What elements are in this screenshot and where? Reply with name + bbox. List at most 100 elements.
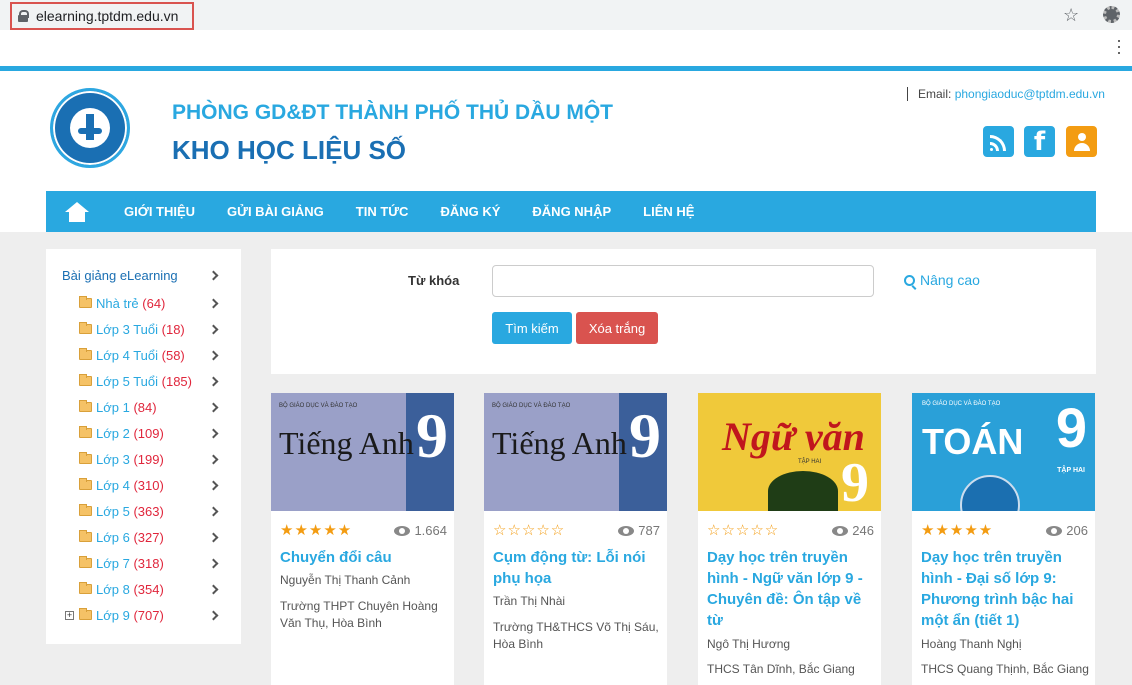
user-icon[interactable] (1066, 126, 1097, 157)
lesson-author: Trần Thị Nhài (493, 594, 566, 608)
nav-tin-tuc[interactable]: TIN TỨC (340, 191, 425, 232)
lock-icon (18, 10, 29, 22)
sidebar-item-lop-4[interactable]: Lớp 4 (310) (46, 472, 241, 498)
expand-plus-icon[interactable]: + (65, 610, 74, 620)
keyword-label: Từ khóa (408, 273, 460, 288)
view-count-value: 246 (852, 523, 874, 538)
chevron-right-icon[interactable] (208, 610, 219, 620)
nav-dang-nhap[interactable]: ĐĂNG NHẬP (516, 191, 627, 232)
lesson-title[interactable]: Dạy học trên truyền hình - Ngữ văn lớp 9… (707, 547, 875, 631)
chevron-right-icon[interactable] (208, 558, 219, 568)
sidebar-item-label[interactable]: Lớp 4 Tuổi (96, 348, 158, 363)
chevron-right-icon[interactable] (208, 402, 219, 412)
sidebar-item-lop-8[interactable]: Lớp 8 (354) (46, 576, 241, 602)
url-highlight[interactable]: elearning.tptdm.edu.vn (10, 2, 194, 30)
lesson-title[interactable]: Dạy học trên truyền hình - Đại số lớp 9:… (921, 547, 1089, 631)
sidebar-item-lop-1[interactable]: Lớp 1 (84) (46, 394, 241, 420)
chevron-right-icon[interactable] (208, 480, 219, 490)
header-stripe (0, 66, 1132, 71)
advanced-search-link[interactable]: Nâng cao (904, 272, 980, 288)
sidebar-item-lop-7[interactable]: Lớp 7 (318) (46, 550, 241, 576)
sidebar-item-label[interactable]: Lớp 1 (96, 400, 130, 415)
sidebar-item-label[interactable]: Lớp 5 (96, 504, 130, 519)
lesson-card[interactable]: Ngữ văn TẬP HAI 9 ☆☆☆☆☆ 246 Dạy học trên… (698, 393, 881, 685)
chevron-right-icon[interactable] (208, 532, 219, 542)
sidebar-item-lop-3[interactable]: Lớp 3 (199) (46, 446, 241, 472)
url-text[interactable]: elearning.tptdm.edu.vn (36, 8, 178, 24)
nav-dang-ky[interactable]: ĐĂNG KÝ (424, 191, 516, 232)
chevron-right-icon[interactable] (208, 270, 219, 280)
search-button[interactable]: Tìm kiếm (492, 312, 572, 344)
nav-gioi-thieu[interactable]: GIỚI THIỆU (108, 191, 211, 232)
sidebar-item-label[interactable]: Lớp 9 (96, 608, 130, 623)
chevron-right-icon[interactable] (208, 350, 219, 360)
email-link[interactable]: phongiaoduc@tptdm.edu.vn (955, 87, 1105, 101)
search-panel: Từ khóa Nâng cao Tìm kiếm Xóa trắng (271, 249, 1096, 374)
chevron-right-icon[interactable] (208, 506, 219, 516)
extension-icon[interactable] (1103, 6, 1120, 23)
sidebar-item-lop-3-tuoi[interactable]: Lớp 3 Tuổi (18) (46, 316, 241, 342)
sidebar-item-nha-tre[interactable]: Nhà trẻ (64) (46, 290, 241, 316)
sidebar-item-label[interactable]: Nhà trẻ (96, 296, 139, 311)
chevron-right-icon[interactable] (208, 376, 219, 386)
sidebar-item-label[interactable]: Lớp 3 (96, 452, 130, 467)
sidebar-item-label[interactable]: Lớp 7 (96, 556, 130, 571)
sidebar-item-lop-6[interactable]: Lớp 6 (327) (46, 524, 241, 550)
sidebar-item-label[interactable]: Lớp 2 (96, 426, 130, 441)
lesson-cover-image[interactable]: Ngữ văn TẬP HAI 9 (698, 393, 881, 511)
chevron-right-icon[interactable] (208, 428, 219, 438)
lesson-cover-image[interactable]: BỘ GIÁO DỤC VÀ ĐÀO TẠO Tiếng Anh 9 (484, 393, 667, 511)
folder-icon (79, 530, 92, 542)
eye-icon (832, 525, 849, 536)
chevron-right-icon[interactable] (208, 584, 219, 594)
sidebar-item-label[interactable]: Lớp 6 (96, 530, 130, 545)
lesson-title[interactable]: Chuyển đổi câu (280, 547, 448, 568)
chevron-right-icon[interactable] (208, 298, 219, 308)
home-icon[interactable] (46, 191, 108, 232)
sidebar-item-lop-2[interactable]: Lớp 2 (109) (46, 420, 241, 446)
lesson-card[interactable]: BỘ GIÁO DỤC VÀ ĐÀO TẠO Tiếng Anh 9 ☆☆☆☆☆… (484, 393, 667, 685)
sidebar-item-lop-5-tuoi[interactable]: Lớp 5 Tuổi (185) (46, 368, 241, 394)
chevron-right-icon[interactable] (208, 454, 219, 464)
sidebar-item-count: (185) (161, 373, 192, 389)
cover-publisher: BỘ GIÁO DỤC VÀ ĐÀO TẠO (279, 403, 358, 409)
category-sidebar: Bài giảng eLearning Nhà trẻ (64) Lớp 3 T… (46, 249, 241, 644)
browser-menu-icon[interactable] (1118, 40, 1121, 54)
chevron-right-icon[interactable] (208, 324, 219, 334)
rss-icon[interactable] (983, 126, 1014, 157)
advanced-search-label[interactable]: Nâng cao (920, 272, 980, 288)
rating-stars-icon: ★★★★★ (280, 521, 353, 539)
sidebar-item-label[interactable]: Lớp 5 Tuổi (96, 374, 158, 389)
sidebar-item-lop-5[interactable]: Lớp 5 (363) (46, 498, 241, 524)
lesson-card[interactable]: BỘ GIÁO DỤC VÀ ĐÀO TẠO TOÁN 9 TẬP HAI ★★… (912, 393, 1095, 685)
sidebar-item-lop-4-tuoi[interactable]: Lớp 4 Tuổi (58) (46, 342, 241, 368)
browser-address-bar[interactable]: elearning.tptdm.edu.vn ☆ (0, 0, 1132, 30)
sidebar-item-count: (58) (161, 347, 185, 363)
nav-lien-he[interactable]: LIÊN HỆ (627, 191, 710, 232)
lesson-card[interactable]: BỘ GIÁO DỤC VÀ ĐÀO TẠO Tiếng Anh 9 ★★★★★… (271, 393, 454, 685)
keyword-input[interactable] (492, 265, 874, 297)
lesson-author: Nguyễn Thị Thanh Cảnh (280, 573, 411, 587)
folder-icon (79, 322, 92, 334)
sidebar-item-count: (109) (133, 425, 164, 441)
sidebar-header[interactable]: Bài giảng eLearning (46, 262, 241, 288)
lesson-cover-image[interactable]: BỘ GIÁO DỤC VÀ ĐÀO TẠO Tiếng Anh 9 (271, 393, 454, 511)
sidebar-item-label[interactable]: Lớp 8 (96, 582, 130, 597)
rating-stars-icon: ★★★★★ (921, 521, 994, 539)
sidebar-item-lop-9[interactable]: + Lớp 9 (707) (46, 602, 241, 628)
facebook-icon[interactable]: f (1024, 126, 1055, 157)
site-logo[interactable] (50, 88, 130, 168)
sidebar-item-label[interactable]: Lớp 4 (96, 478, 130, 493)
nav-gui-bai-giang[interactable]: GỬI BÀI GIẢNG (211, 191, 340, 232)
bookmark-star-icon[interactable]: ☆ (1063, 5, 1079, 26)
lesson-cover-image[interactable]: BỘ GIÁO DỤC VÀ ĐÀO TẠO TOÁN 9 TẬP HAI (912, 393, 1095, 511)
sidebar-item-label[interactable]: Lớp 3 Tuổi (96, 322, 158, 337)
lesson-title[interactable]: Cụm động từ: Lỗi nói phụ họa (493, 547, 661, 589)
contact-email: Email: phongiaoduc@tptdm.edu.vn (907, 87, 1105, 101)
clear-button[interactable]: Xóa trắng (576, 312, 658, 344)
sidebar-item-count: (327) (133, 529, 164, 545)
sidebar-title[interactable]: Bài giảng eLearning (46, 268, 178, 283)
rating-stars-icon: ☆☆☆☆☆ (493, 521, 566, 539)
sidebar-item-count: (363) (133, 503, 164, 519)
card-meta: ★★★★★ 1.664 (280, 521, 447, 539)
